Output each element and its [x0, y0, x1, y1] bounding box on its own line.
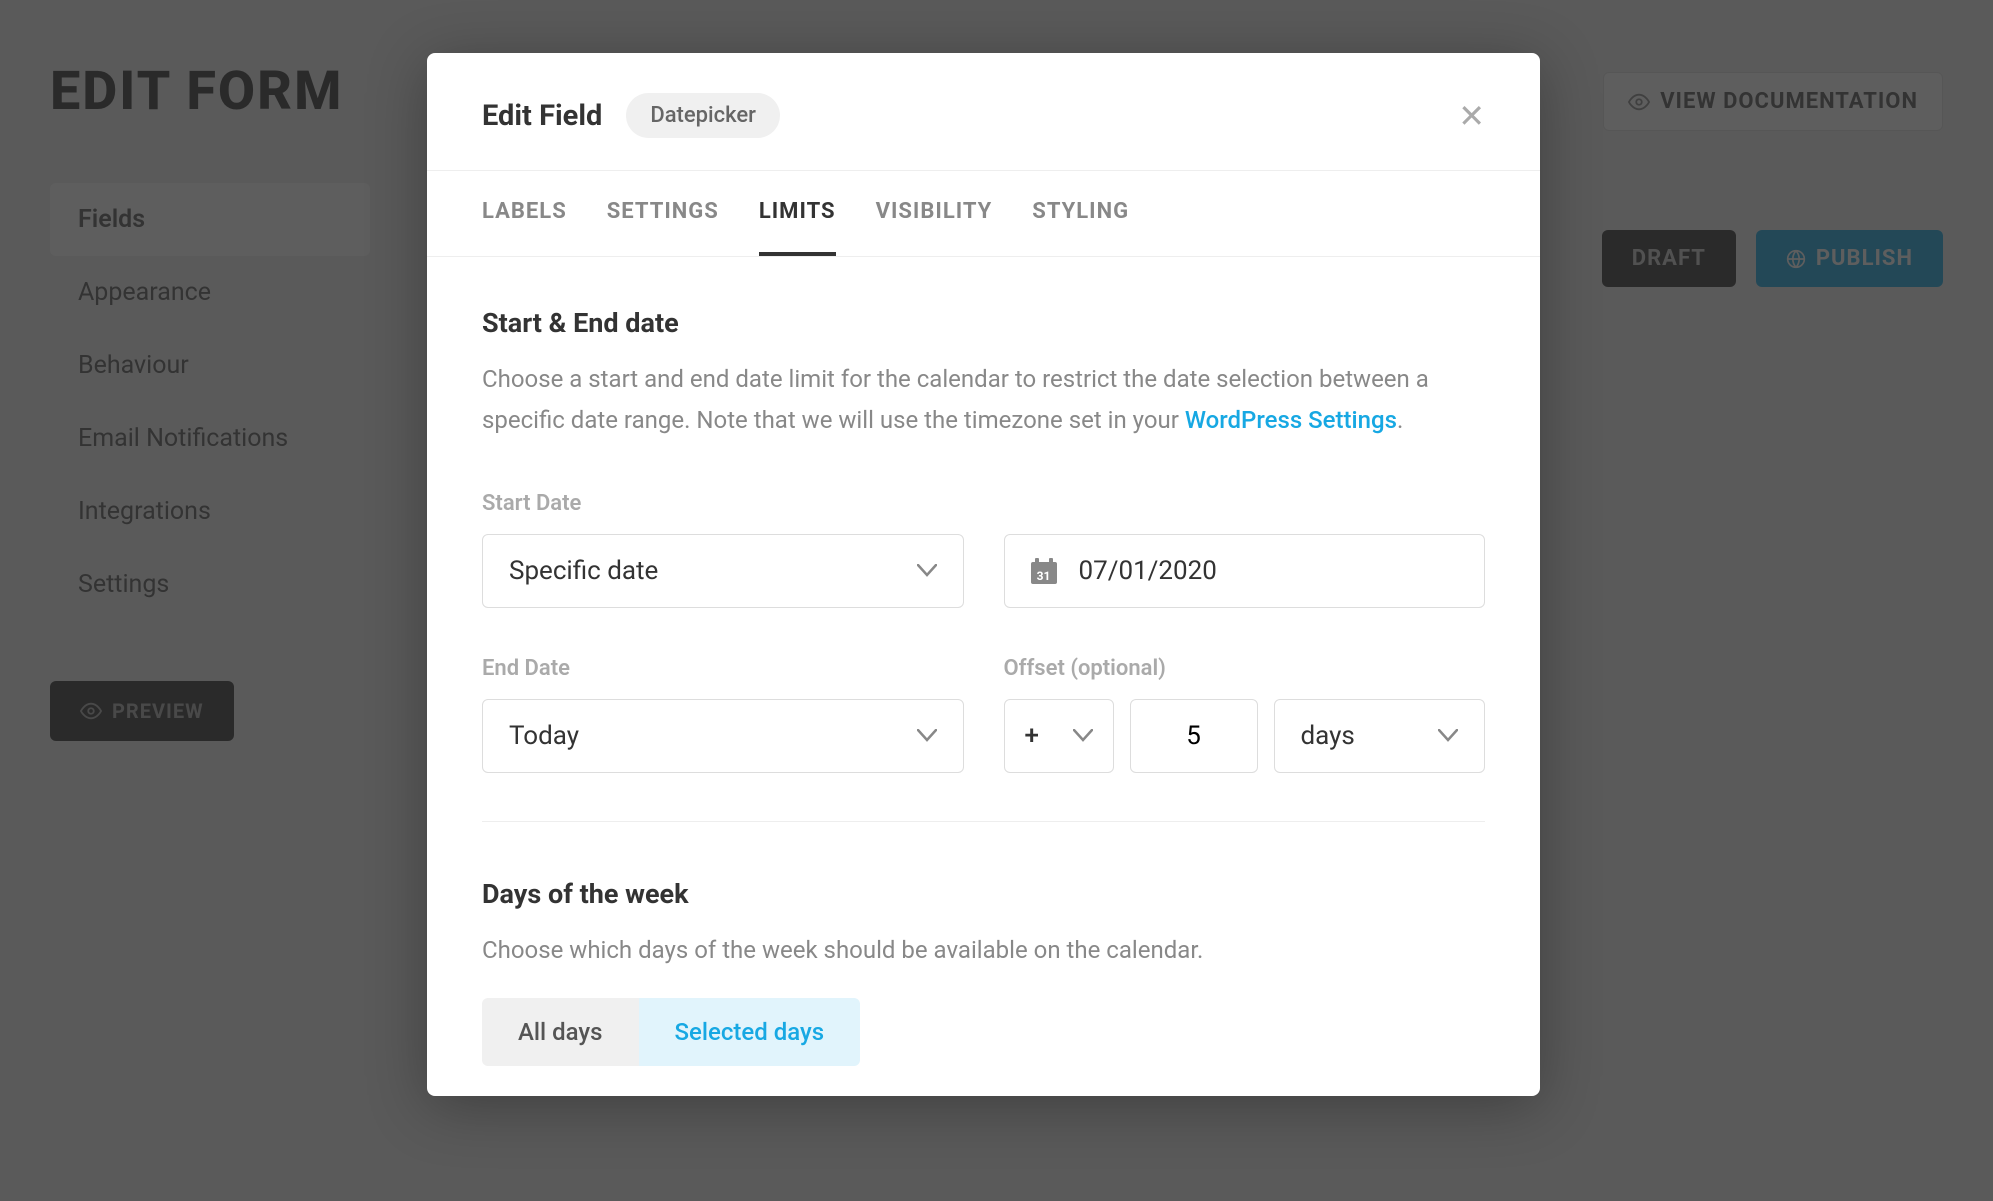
tab-visibility[interactable]: VISIBILITY: [876, 171, 993, 256]
tab-styling[interactable]: STYLING: [1032, 171, 1129, 256]
tab-limits[interactable]: LIMITS: [759, 171, 836, 256]
start-date-field[interactable]: [1079, 556, 1459, 586]
days-of-week-description: Choose which days of the week should be …: [482, 930, 1485, 971]
days-segmented-control: All days Selected days: [482, 998, 1485, 1066]
tab-settings[interactable]: SETTINGS: [607, 171, 719, 256]
chevron-down-icon: [1073, 729, 1093, 742]
edit-field-modal: Edit Field Datepicker ✕ LABELS SETTINGS …: [427, 53, 1540, 1096]
end-date-type-select[interactable]: Today: [482, 699, 964, 773]
offset-unit-select[interactable]: days: [1274, 699, 1486, 773]
wordpress-settings-link[interactable]: WordPress Settings: [1185, 406, 1397, 434]
offset-unit-value: days: [1301, 721, 1355, 751]
spacer: [1004, 491, 1486, 516]
start-end-date-description: Choose a start and end date limit for th…: [482, 359, 1485, 441]
end-date-type-value: Today: [509, 721, 579, 751]
start-date-type-select[interactable]: Specific date: [482, 534, 964, 608]
days-of-week-heading: Days of the week: [482, 878, 1485, 910]
divider: [482, 821, 1485, 822]
modal-tabs: LABELS SETTINGS LIMITS VISIBILITY STYLIN…: [427, 170, 1540, 257]
offset-number-input[interactable]: [1130, 699, 1258, 773]
chevron-down-icon: [1438, 729, 1458, 742]
offset-label: Offset (optional): [1004, 656, 1486, 681]
end-date-label: End Date: [482, 656, 964, 681]
start-end-date-heading: Start & End date: [482, 307, 1485, 339]
all-days-button[interactable]: All days: [482, 998, 639, 1066]
close-icon[interactable]: ✕: [1458, 100, 1485, 132]
start-date-input[interactable]: [1004, 534, 1486, 608]
field-type-chip: Datepicker: [626, 93, 780, 138]
selected-days-button[interactable]: Selected days: [639, 998, 861, 1066]
start-date-type-value: Specific date: [509, 556, 658, 586]
start-date-label: Start Date: [482, 491, 964, 516]
modal-title: Edit Field: [482, 99, 602, 133]
offset-sign-select[interactable]: +: [1004, 699, 1114, 773]
chevron-down-icon: [917, 729, 937, 742]
offset-sign-value: +: [1025, 721, 1039, 751]
calendar-icon: [1031, 558, 1057, 584]
tab-labels[interactable]: LABELS: [482, 171, 567, 256]
offset-number-field[interactable]: [1131, 721, 1257, 751]
chevron-down-icon: [917, 564, 937, 577]
